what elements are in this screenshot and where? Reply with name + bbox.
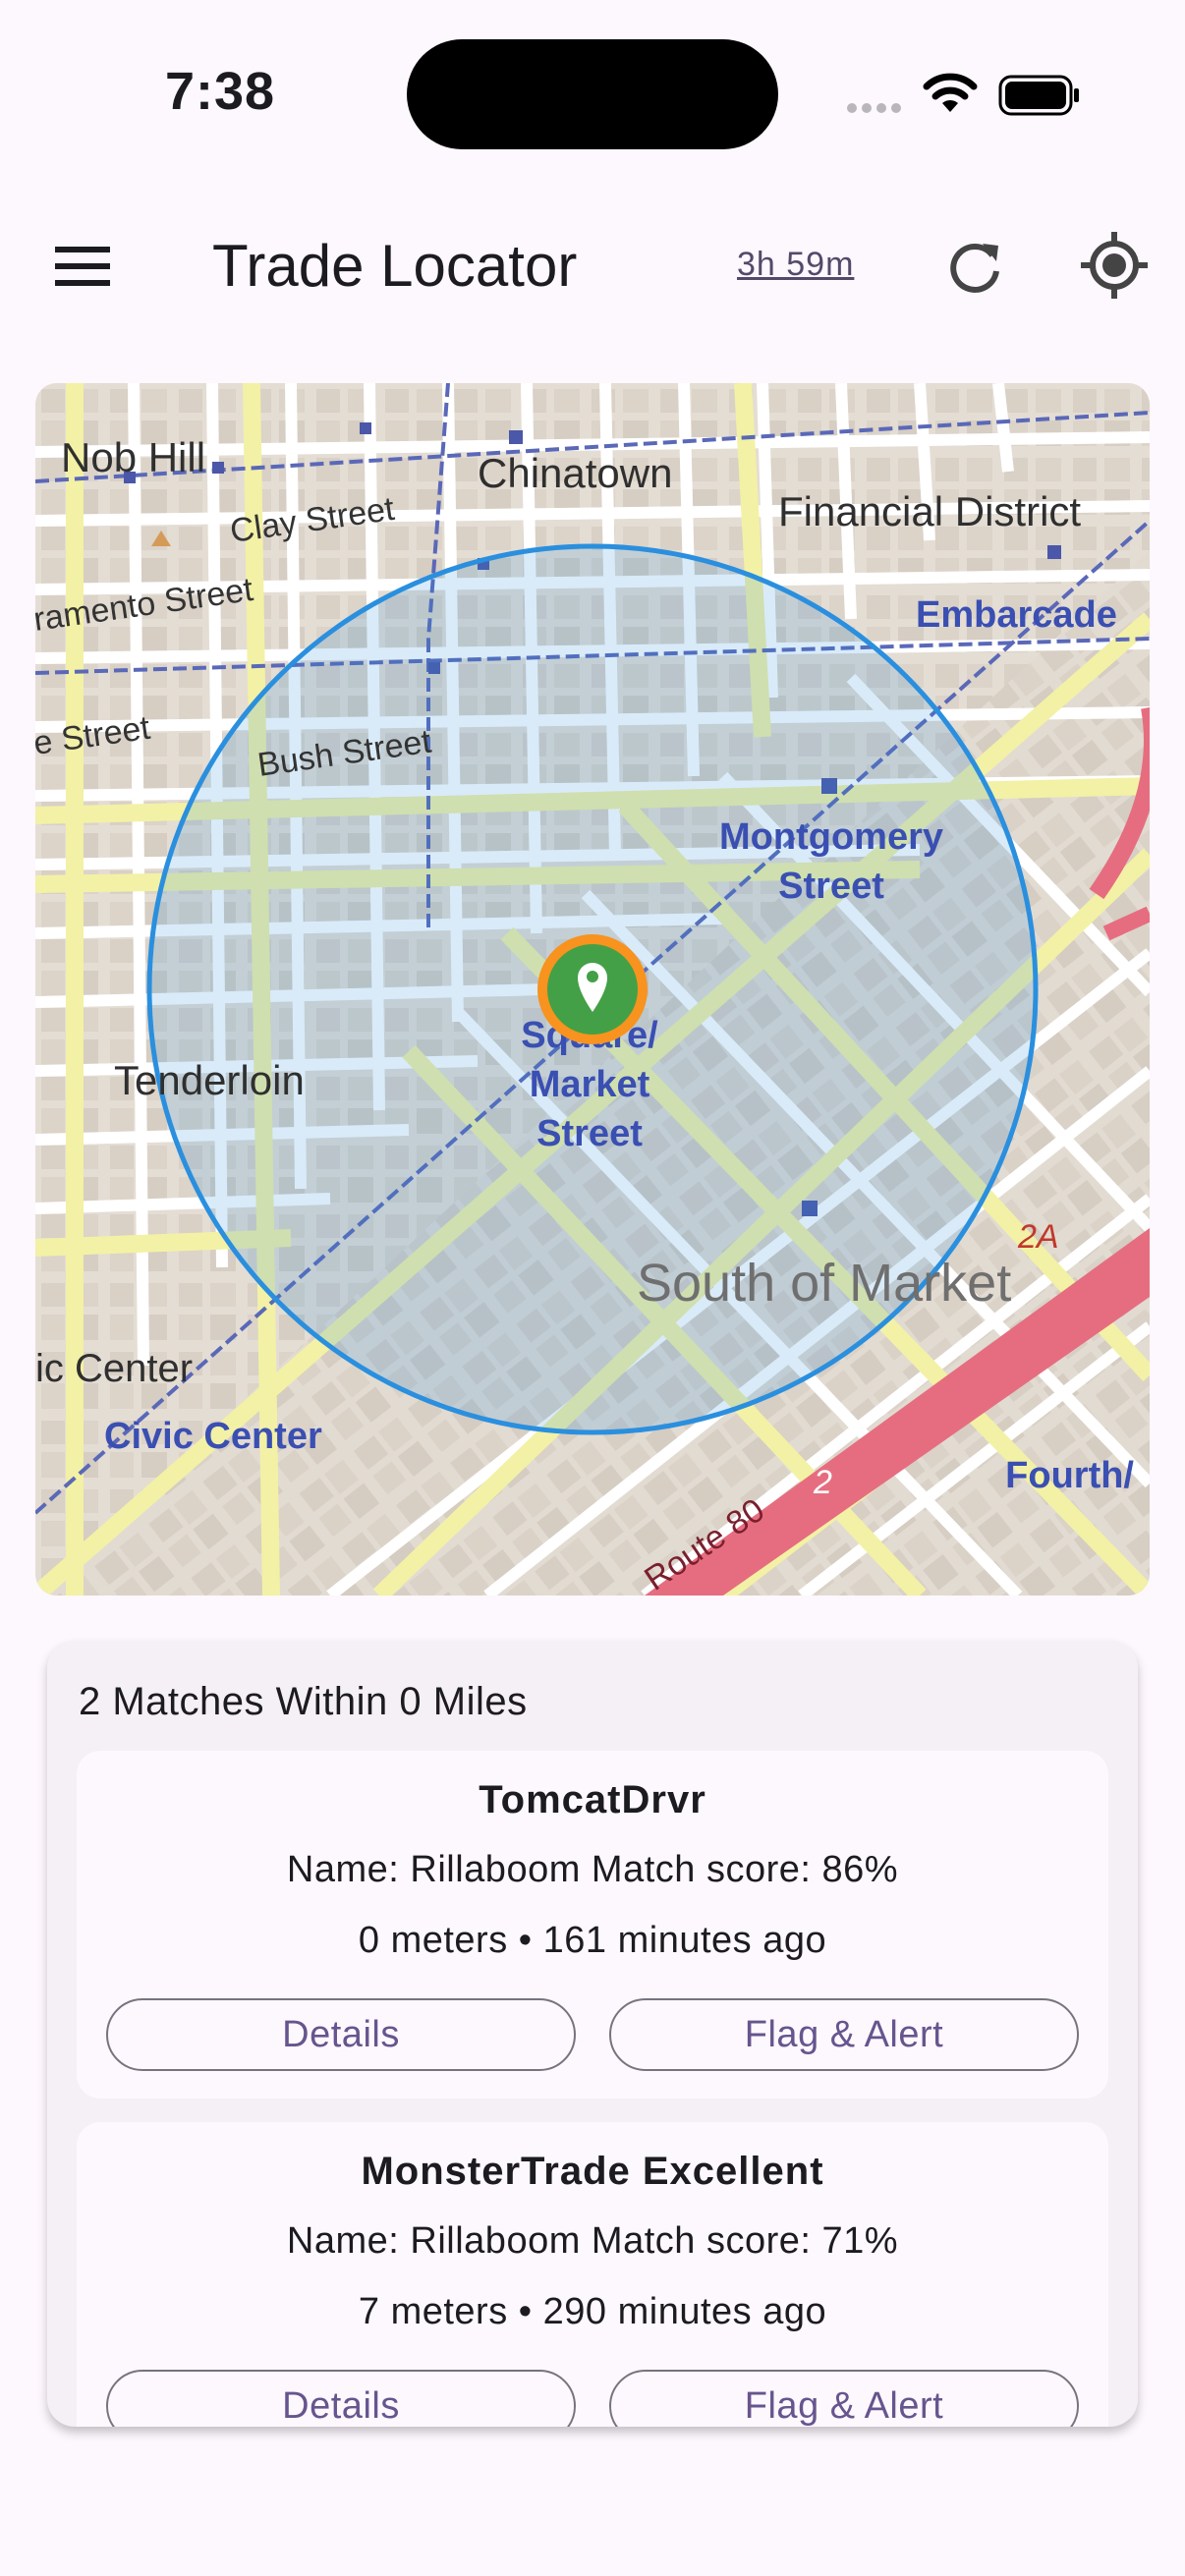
match-name-score: Name: Rillaboom Match score: 86% (286, 1849, 899, 1890)
session-timer-link[interactable]: 3h 59m (737, 246, 854, 284)
map-label-montgomery: Montgomery (719, 816, 943, 858)
map-label-powell-street: Street (536, 1113, 643, 1154)
match-distance-time: 0 meters • 161 minutes ago (358, 1920, 827, 1961)
map-label-nob-hill: Nob Hill (61, 434, 205, 480)
map-label-chinatown: Chinatown (478, 450, 672, 496)
map-label-fourth: Fourth/ (1005, 1455, 1134, 1496)
map-label-montgomery-street: Street (778, 866, 884, 907)
page-title: Trade Locator (212, 233, 578, 299)
matches-heading: 2 Matches Within 0 Miles (79, 1680, 528, 1723)
map-label-route-2a: 2A (1017, 1218, 1059, 1256)
status-time: 7:38 (165, 62, 276, 121)
match-card[interactable]: MonsterTrade Excellent Name: Rillaboom M… (77, 2122, 1108, 2427)
match-name-score: Name: Rillaboom Match score: 71% (286, 2220, 899, 2262)
refresh-icon (950, 244, 999, 293)
dynamic-island (407, 39, 778, 149)
details-button[interactable]: Details (106, 1998, 576, 2071)
wifi-icon (923, 73, 978, 112)
map-label-powell-market: Market (530, 1064, 650, 1105)
map-label-route-2: 2 (813, 1464, 832, 1501)
refresh-button[interactable] (941, 234, 1008, 301)
location-pin-icon[interactable] (537, 934, 648, 1044)
hamburger-menu-icon (55, 247, 110, 286)
map-label-civic-center: Civic Center (104, 1416, 322, 1457)
my-location-icon (1081, 232, 1148, 299)
match-title: MonsterTrade Excellent (361, 2150, 824, 2193)
my-location-button[interactable] (1079, 230, 1150, 301)
flag-alert-button[interactable]: Flag & Alert (609, 2370, 1079, 2427)
cellular-signal-icon (847, 100, 906, 114)
matches-panel[interactable]: 2 Matches Within 0 Miles TomcatDrvr Name… (47, 1641, 1138, 2427)
map-label-tenderloin: Tenderloin (114, 1057, 305, 1103)
map-label-embarcadero: Embarcade (916, 594, 1117, 636)
menu-button[interactable] (47, 234, 120, 299)
details-button[interactable]: Details (106, 2370, 576, 2427)
battery-icon (998, 75, 1079, 116)
map-label-financial-district: Financial District (778, 488, 1081, 534)
map-label-south-of-market: South of Market (637, 1254, 1011, 1313)
flag-alert-button[interactable]: Flag & Alert (609, 1998, 1079, 2071)
map-label-civic-center-area: ic Center (35, 1347, 193, 1390)
match-card[interactable]: TomcatDrvr Name: Rillaboom Match score: … (77, 1751, 1108, 2099)
map-view[interactable]: Nob Hill Chinatown Financial District Cl… (35, 383, 1150, 1596)
match-title: TomcatDrvr (479, 1778, 706, 1821)
match-distance-time: 7 meters • 290 minutes ago (358, 2291, 827, 2332)
map-canvas[interactable]: Nob Hill Chinatown Financial District Cl… (35, 383, 1150, 1596)
